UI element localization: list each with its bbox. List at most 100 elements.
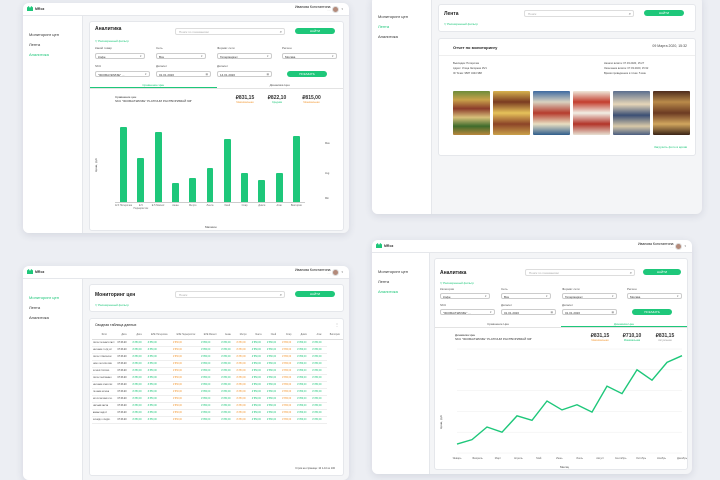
date-to-input[interactable]: 01.01.2020 ▦	[562, 309, 617, 315]
logo[interactable]: MRoz	[27, 6, 44, 11]
table-row[interactable]: ЯКОБС МИЛИКАНО 07.03.20 ₽ 850,00 ₽ 850,00 ₽ …	[92, 374, 343, 382]
show-button[interactable]: ПОКАЗАТЬ	[632, 309, 672, 315]
search-icon[interactable]: ⌕	[280, 29, 282, 34]
network-select[interactable]: Все ▼	[156, 53, 206, 59]
format-select[interactable]: Гипермаркет ▼	[562, 293, 617, 299]
tab-compare[interactable]: Сравнение Цен	[90, 82, 217, 88]
table-header[interactable]: Ашан	[220, 331, 236, 340]
shelf-photo[interactable]	[653, 91, 690, 135]
table-row[interactable]: НЕСКАФЕ КЛАССИК 07.03.20 ₽ 850,00 ₽ 850,00 ₽…	[92, 381, 343, 389]
bar[interactable]	[206, 168, 214, 202]
tab-dynamics[interactable]: Динамика Цен	[561, 321, 687, 327]
shelf-photo[interactable]	[573, 91, 610, 135]
date-from-input[interactable]: 01.01.2020 ▦	[501, 309, 556, 315]
category-select[interactable]: Кофе ▼	[440, 293, 490, 299]
search-input[interactable]: Поиск по показаниям ⌕	[175, 28, 285, 35]
calendar-icon[interactable]: ▦	[267, 73, 269, 76]
sidebar-item-feed[interactable]: Лента	[29, 305, 82, 310]
date-to-input[interactable]: 14.01.2020 ▦	[217, 71, 272, 77]
table-header[interactable]: Метро	[235, 331, 251, 340]
table-row[interactable]: ЧЕРНАЯ КАРТА 07.03.20 ₽ 850,00 ₽ 850,00 ₽ 85…	[92, 402, 343, 410]
table-header[interactable]: ЕЛЕ Магнит	[200, 331, 221, 340]
sidebar-item-monitoring[interactable]: Мониторинг цен	[29, 32, 82, 37]
search-icon[interactable]: ⌕	[280, 292, 282, 297]
bar[interactable]	[223, 138, 231, 202]
extended-filter-link[interactable]: ▽ Расширенный фильтр	[95, 39, 129, 43]
bar[interactable]	[120, 126, 128, 202]
show-button[interactable]: ПОКАЗАТЬ	[287, 71, 327, 77]
extended-filter-link[interactable]: ▽ Расширенный фильтр	[444, 22, 478, 26]
user-menu[interactable]: Иванова Константина ···· ▾	[295, 268, 343, 276]
logo[interactable]: MRoz	[376, 243, 393, 248]
table-row[interactable]: ЯКОБС ПЛАТИНУМ 07.03.20 ₽ 850,00 ₽ 850,00 ₽ …	[92, 353, 343, 361]
chevron-down-icon[interactable]: ▾	[684, 244, 686, 248]
sidebar-item-analytics[interactable]: Аналитика	[378, 289, 429, 294]
search-button[interactable]: НАЙТИ	[644, 10, 684, 16]
chevron-down-icon[interactable]: ▾	[341, 7, 343, 11]
search-input[interactable]: Поиск ⌕	[524, 10, 634, 17]
sidebar-item-monitoring[interactable]: Мониторинг цен	[378, 269, 429, 274]
search-button[interactable]: НАЙТИ	[295, 28, 335, 34]
table-header[interactable]: Дата	[131, 331, 147, 340]
table-header[interactable]: Окей	[265, 331, 282, 340]
tab-dynamics[interactable]: Динамика Цен	[217, 82, 344, 88]
avatar[interactable]	[332, 268, 340, 276]
extended-filter-link[interactable]: ▽ Расширенный фильтр	[440, 281, 474, 285]
table-row[interactable]: ЛЕ КАФЕ МОККА 07.03.20 ₽ 850,00 ₽ 850,00 ₽ 8…	[92, 388, 343, 396]
shelf-photo[interactable]	[453, 91, 490, 135]
search-button[interactable]: НАЙТИ	[643, 269, 681, 275]
more-icon[interactable]: ⋮	[335, 322, 339, 327]
shelf-photo[interactable]	[613, 91, 650, 135]
table-row[interactable]: МОСКОВСКАЯ КОФ. 07.03.20 ₽ 850,00 ₽ 850,00 ₽…	[92, 395, 343, 403]
user-menu[interactable]: Иванова Константина ···· ▾	[638, 242, 686, 250]
price-line[interactable]	[456, 355, 683, 445]
logo[interactable]: MRoz	[27, 269, 44, 274]
table-row[interactable]: АМБАССАДОР 07.03.20 ₽ 850,00 ₽ 850,00 ₽ 850,…	[92, 409, 343, 417]
search-icon[interactable]: ⌕	[630, 270, 632, 275]
extended-filter-link[interactable]: ▽ Расширенный фильтр	[95, 303, 129, 307]
table-header[interactable]: Дата	[116, 331, 132, 340]
table-header[interactable]: ЕЛЕ Перекрёсток	[171, 331, 201, 340]
table-header[interactable]: Дикси	[296, 331, 312, 340]
avatar[interactable]	[332, 5, 340, 13]
network-select[interactable]: Все ▼	[501, 293, 551, 299]
upload-archive-link[interactable]: Загрузить фото в архив	[654, 145, 687, 149]
table-header[interactable]: Лента	[250, 331, 266, 340]
table-header[interactable]: Виктория	[326, 331, 343, 340]
search-button[interactable]: НАЙТИ	[295, 291, 335, 297]
pagination[interactable]: Строк на странице: 10 1-10 из 100	[295, 467, 335, 471]
table-row[interactable]: ЧИБО ЭКСКЛЮЗИВ 07.03.20 ₽ 850,00 ₽ 850,00 ₽ …	[92, 360, 343, 368]
bar[interactable]	[172, 182, 179, 202]
sidebar-item-monitoring[interactable]: Мониторинг цен	[378, 14, 431, 19]
search-input[interactable]: Поиск по показаниям ⌕	[525, 269, 635, 276]
sidebar-item-feed[interactable]: Лента	[29, 42, 82, 47]
sidebar-item-feed[interactable]: Лента	[378, 279, 429, 284]
calendar-icon[interactable]: ▦	[206, 73, 208, 76]
sidebar-item-analytics[interactable]: Аналитика	[378, 34, 431, 39]
tab-compare[interactable]: Сравнение Цен	[435, 321, 561, 327]
bar[interactable]	[275, 172, 283, 202]
table-row[interactable]: БУШИДО ОРИДЖ. 07.03.20 ₽ 850,00 ₽ 850,00 ₽ 8…	[92, 416, 343, 424]
date-from-input[interactable]: 01.01.2020 ▦	[156, 71, 211, 77]
calendar-icon[interactable]: ▦	[551, 311, 553, 314]
table-header[interactable]: ЕЛЕ Пятерочка	[146, 331, 172, 340]
sidebar-item-analytics[interactable]: Аналитика	[29, 315, 82, 320]
table-header[interactable]: Атак	[311, 331, 327, 340]
table-row[interactable]: ЯКОБС МОНАРХ РАСТ. 07.03.20 ₽ 850,00 ₽ 850,…	[92, 339, 343, 347]
avatar[interactable]	[675, 242, 683, 250]
chevron-down-icon[interactable]: ▾	[341, 270, 343, 274]
user-menu[interactable]: Иванова Константина ···· ▾	[295, 5, 343, 13]
table-row[interactable]: ЖОКЕЙ ТРИУМФ 07.03.20 ₽ 850,00 ₽ 850,00 ₽ 85…	[92, 367, 343, 375]
product-select[interactable]: Кофе ▼	[95, 53, 145, 59]
bar[interactable]	[292, 136, 300, 202]
table-header[interactable]: Фото	[92, 331, 117, 340]
sidebar-item-feed[interactable]: Лента	[378, 24, 431, 29]
sku-select[interactable]: "ЯКОБАЛЭЛИЗЕ" ... ▼	[440, 309, 495, 315]
bar[interactable]	[258, 180, 266, 202]
shelf-photo[interactable]	[493, 91, 530, 135]
search-icon[interactable]: ⌕	[629, 11, 631, 16]
bar[interactable]	[241, 172, 248, 202]
region-select[interactable]: Москва ▼	[282, 53, 337, 59]
sku-select[interactable]: "ЯКОБА/ЭЛИЗЕ" ... ▼	[95, 71, 150, 77]
bar[interactable]	[137, 158, 145, 202]
